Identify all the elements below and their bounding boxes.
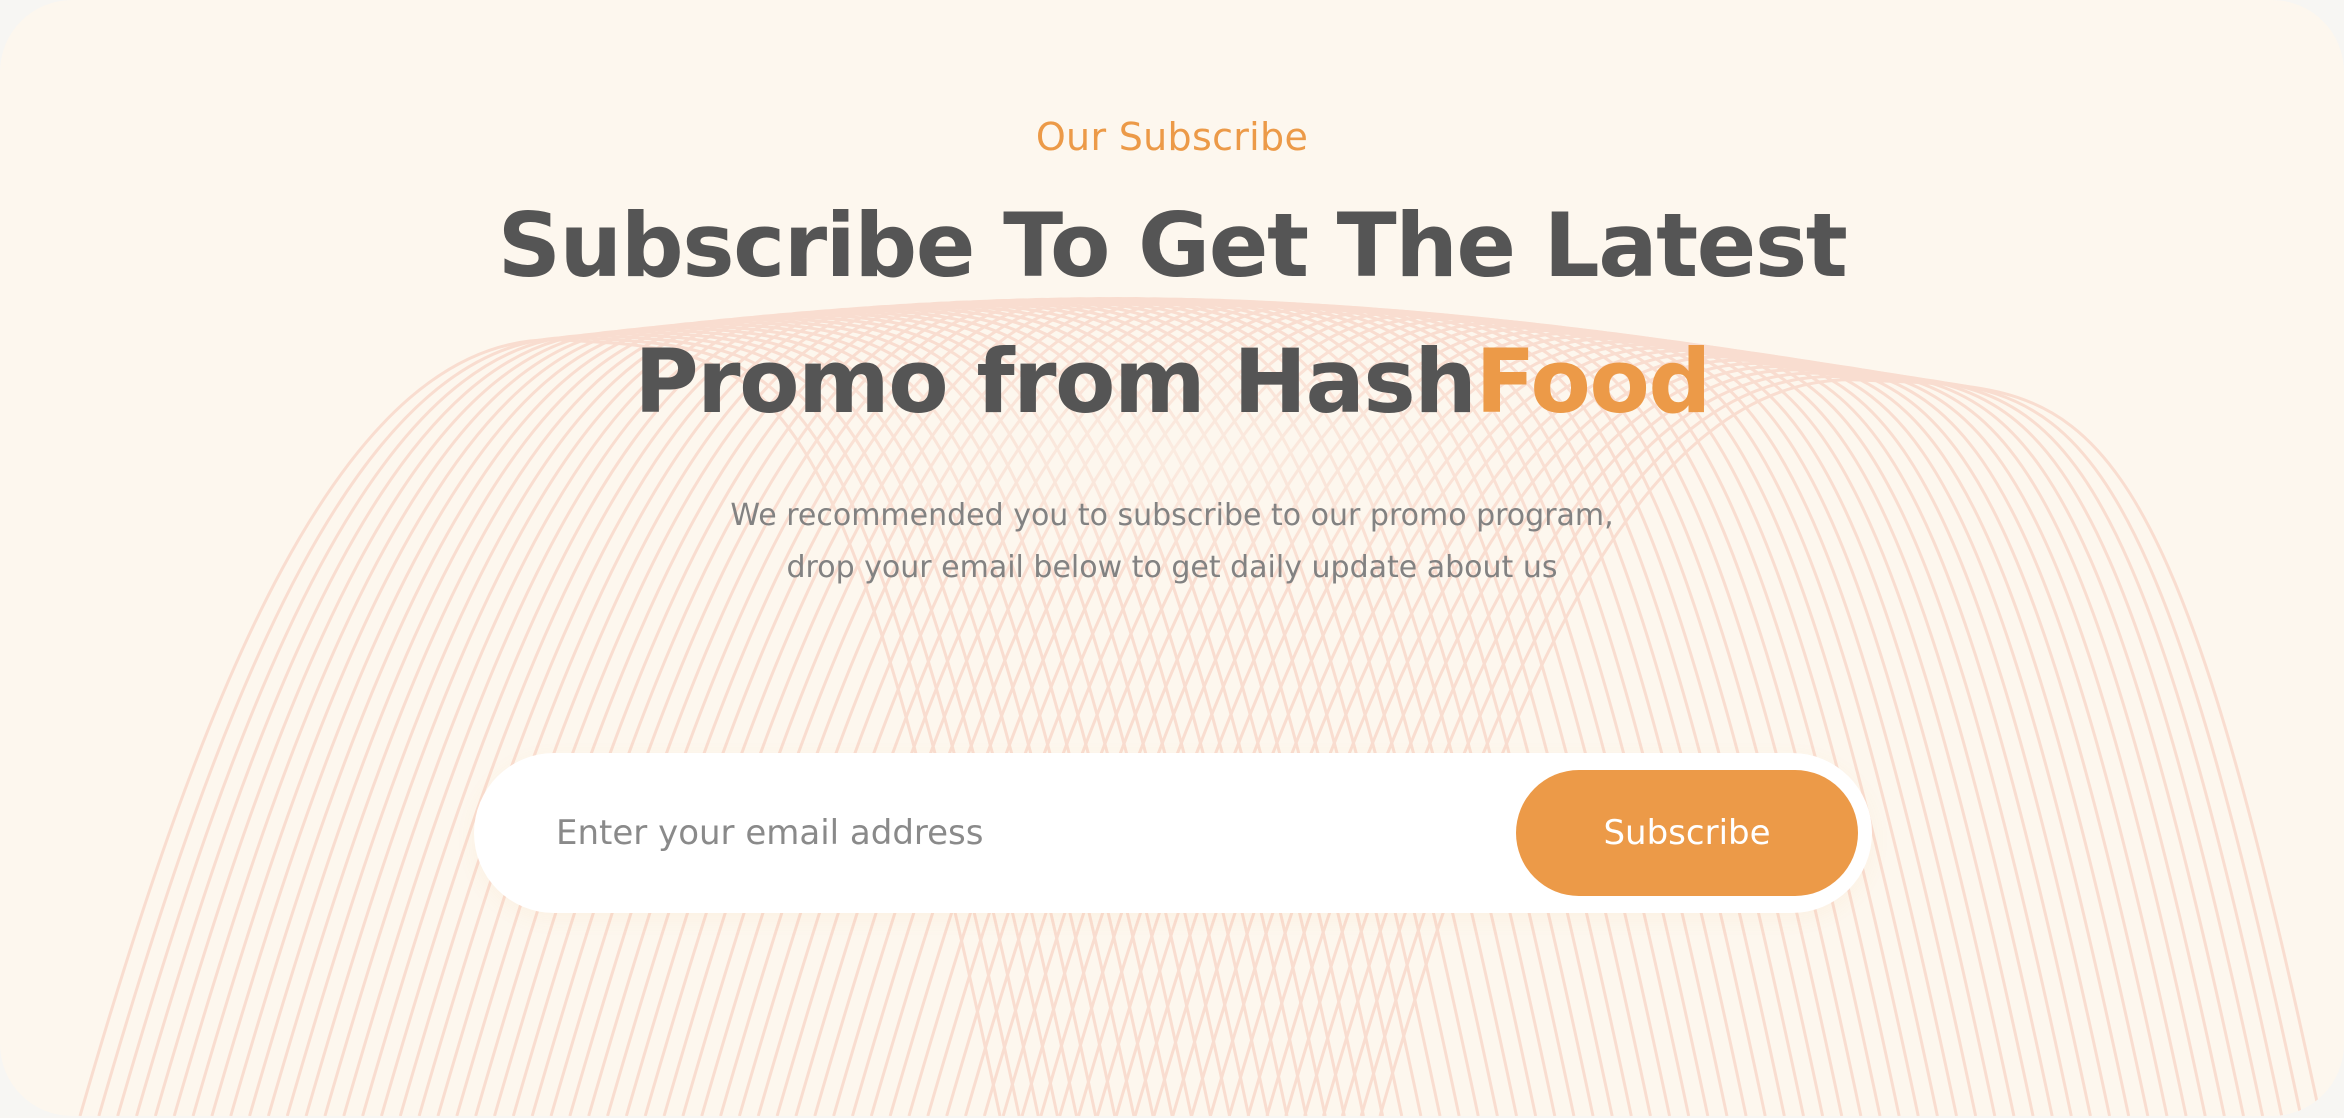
section-headline: Subscribe To Get The Latest Promo from H… — [0, 178, 2344, 450]
description-line-2: drop your email below to get daily updat… — [786, 550, 1558, 585]
section-description: We recommended you to subscribe to our p… — [0, 490, 2344, 594]
subscribe-section: Our Subscribe Subscribe To Get The Lates… — [0, 0, 2344, 1116]
email-input[interactable] — [556, 793, 1456, 873]
section-eyebrow: Our Subscribe — [1035, 115, 1309, 159]
headline-line-2-prefix: Promo from Hash — [634, 330, 1477, 433]
subscribe-content: Our Subscribe Subscribe To Get The Lates… — [0, 0, 2344, 1116]
description-line-1: We recommended you to subscribe to our p… — [730, 498, 1614, 533]
subscribe-button[interactable]: Subscribe — [1516, 770, 1858, 896]
subscribe-form: Subscribe — [474, 753, 1872, 913]
headline-brand-accent: Food — [1475, 330, 1711, 433]
headline-line-1: Subscribe To Get The Latest — [497, 194, 1848, 297]
